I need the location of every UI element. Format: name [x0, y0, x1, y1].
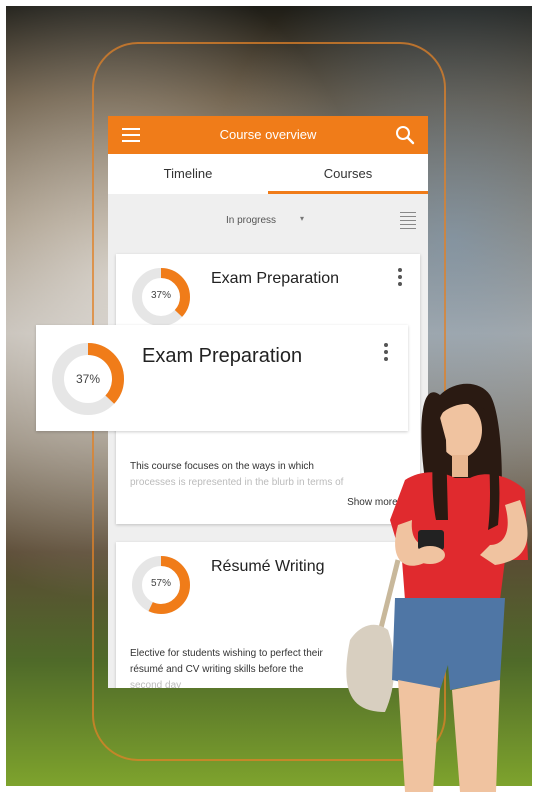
chevron-down-icon: ▾ — [300, 214, 305, 223]
course-title: Résumé Writing — [211, 558, 325, 575]
more-vert-icon[interactable] — [384, 343, 388, 364]
more-vert-icon[interactable] — [398, 268, 402, 289]
progress-percent: 57% — [150, 578, 171, 589]
filter-label: In progress — [226, 215, 277, 226]
menu-icon[interactable] — [122, 128, 140, 142]
tab-bar: Timeline Courses — [108, 154, 428, 194]
progress-filter[interactable]: In progress ▾ — [108, 204, 428, 234]
course-card-resume-writing[interactable]: 57% Résumé Writing Elective for students… — [116, 542, 420, 688]
tab-courses[interactable]: Courses — [268, 154, 428, 194]
show-more-link[interactable]: Show more... — [347, 497, 406, 508]
popout-course-card[interactable]: 37% Exam Preparation — [36, 325, 408, 431]
course-title: Exam Preparation — [211, 270, 340, 287]
app-title: Course overview — [219, 127, 317, 142]
list-view-icon[interactable] — [400, 212, 416, 230]
progress-percent: 37% — [75, 372, 101, 386]
tab-timeline[interactable]: Timeline — [108, 154, 268, 194]
course-title: Exam Preparation — [142, 345, 303, 367]
app-bar: Course overview — [108, 116, 428, 154]
course-description: This course focuses on the ways in which… — [130, 461, 344, 488]
course-description: Elective for students wishing to perfect… — [130, 648, 323, 688]
search-icon[interactable] — [394, 124, 416, 146]
progress-percent: 37% — [150, 290, 171, 301]
